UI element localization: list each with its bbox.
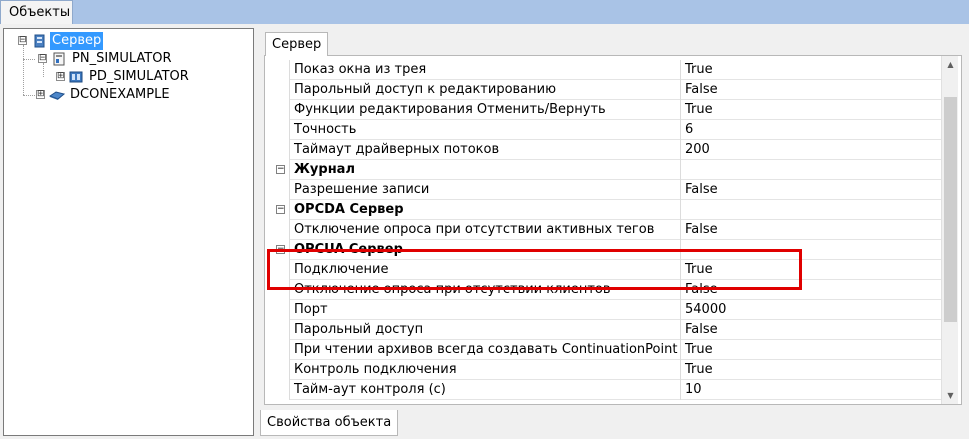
row-gutter [271,140,290,160]
property-row[interactable]: Функции редактирования Отменить/Вернуть T… [271,100,941,120]
property-category-row[interactable]: − OPCDA Сервер [271,200,941,220]
property-value[interactable]: True [682,260,941,280]
expand-icon[interactable]: ⊞ [56,72,65,81]
tree-item-dconexample[interactable]: ⊞ DCONEXAMPLE [4,86,244,104]
property-name: Парольный доступ к редактированию [291,80,681,100]
row-gutter [271,320,290,340]
property-value[interactable]: 6 [682,120,941,140]
property-row[interactable]: Подключение True [271,260,941,280]
property-row[interactable]: Показ окна из трея True [271,60,941,80]
property-value[interactable]: False [682,280,941,300]
property-row[interactable]: Порт 54000 [271,300,941,320]
property-value [682,160,941,180]
expand-icon[interactable]: ⊞ [36,90,45,99]
property-category-row[interactable]: − Журнал [271,160,941,180]
row-gutter [271,300,290,320]
collapse-icon[interactable]: ⊟ [18,36,27,45]
property-row[interactable]: Тайм-аут контроля (с) 10 [271,380,941,400]
property-grid: Показ окна из трея True Парольный доступ к… [264,55,962,405]
tab-object-properties[interactable]: Свойства объекта [260,410,398,436]
row-gutter: − [271,160,290,180]
property-name: Отключение опроса при отсутствии активны… [291,220,681,240]
row-gutter [271,260,290,280]
vertical-scrollbar[interactable]: ▲ ▼ [941,56,958,404]
category-label: Журнал [291,160,681,180]
row-gutter [271,220,290,240]
property-value[interactable]: False [682,220,941,240]
property-row[interactable]: Отключение опроса при отсутствии клиенто… [271,280,941,300]
property-value[interactable]: 200 [682,140,941,160]
property-value[interactable]: 54000 [682,300,941,320]
property-row[interactable]: Точность 6 [271,120,941,140]
server-icon [34,34,45,48]
property-name: Отключение опроса при отсутствии клиенто… [291,280,681,300]
row-gutter: − [271,200,290,220]
row-gutter: − [271,240,290,260]
row-gutter [271,60,290,80]
collapse-icon[interactable]: − [276,205,285,214]
property-value[interactable]: True [682,60,941,80]
property-value[interactable]: 10 [682,380,941,400]
property-category-row[interactable]: − OPCUA Сервер [271,240,941,260]
network-node-icon [53,52,65,66]
row-gutter [271,120,290,140]
property-name: Разрешение записи [291,180,681,200]
property-row[interactable]: Парольный доступ к редактированию False [271,80,941,100]
row-gutter [271,340,290,360]
tree-item-label: Сервер [50,32,104,50]
property-name: Таймаут драйверных потоков [291,140,681,160]
row-gutter [271,380,290,400]
property-value [682,200,941,220]
property-row[interactable]: Контроль подключения True [271,360,941,380]
property-value[interactable]: True [682,100,941,120]
property-value[interactable]: True [682,360,941,380]
tab-objects[interactable]: Объекты [0,0,73,24]
collapse-icon[interactable]: − [276,165,285,174]
category-label: OPCDA Сервер [291,200,681,220]
property-row[interactable]: Парольный доступ False [271,320,941,340]
property-name: Парольный доступ [291,320,681,340]
property-row[interactable]: Разрешение записи False [271,180,941,200]
collapse-icon[interactable]: ⊟ [38,54,47,63]
tree-item-label: DCONEXAMPLE [70,87,170,102]
property-value[interactable]: False [682,180,941,200]
property-value[interactable]: False [682,80,941,100]
property-value[interactable]: False [682,320,941,340]
tree-item-pd-simulator[interactable]: ⊞ PD_SIMULATOR [4,68,244,86]
property-name: Подключение [291,260,681,280]
row-gutter [271,180,290,200]
row-gutter [271,100,290,120]
tree-item-server[interactable]: ⊟ Сервер [4,32,244,50]
row-gutter [271,280,290,300]
property-name: При чтении архивов всегда создавать Cont… [291,340,681,360]
property-value [682,240,941,260]
scroll-thumb[interactable] [944,97,957,322]
dcon-icon [49,91,65,100]
object-tree[interactable]: ⊟ Сервер ⊟ PN_SIMULATOR ⊞ PD_SIMULATOR ⊞ [3,28,254,436]
scroll-up-icon[interactable]: ▲ [942,56,959,73]
scroll-down-icon[interactable]: ▼ [942,387,959,404]
property-name: Порт [291,300,681,320]
property-value[interactable]: True [682,340,941,360]
property-name: Функции редактирования Отменить/Вернуть [291,100,681,120]
collapse-icon[interactable]: − [276,245,285,254]
properties-panel: Сервер Показ окна из трея True Парольный д… [260,28,965,408]
property-row[interactable]: При чтении архивов всегда создавать Cont… [271,340,941,360]
property-name: Показ окна из трея [291,60,681,80]
tree-item-pn-simulator[interactable]: ⊟ PN_SIMULATOR [4,50,244,68]
device-icon [69,71,83,83]
property-grid-rows: Показ окна из трея True Парольный доступ к… [271,60,941,402]
row-gutter [271,80,290,100]
property-name: Тайм-аут контроля (с) [291,380,681,400]
property-name: Точность [291,120,681,140]
row-gutter [271,360,290,380]
tab-server[interactable]: Сервер [265,32,328,56]
property-row[interactable]: Таймаут драйверных потоков 200 [271,140,941,160]
property-row[interactable]: Отключение опроса при отсутствии активны… [271,220,941,240]
property-name: Контроль подключения [291,360,681,380]
category-label: OPCUA Сервер [291,240,681,260]
tree-item-label: PN_SIMULATOR [72,51,172,66]
top-tab-strip: Объекты [0,0,969,24]
tree-item-label: PD_SIMULATOR [89,69,189,84]
